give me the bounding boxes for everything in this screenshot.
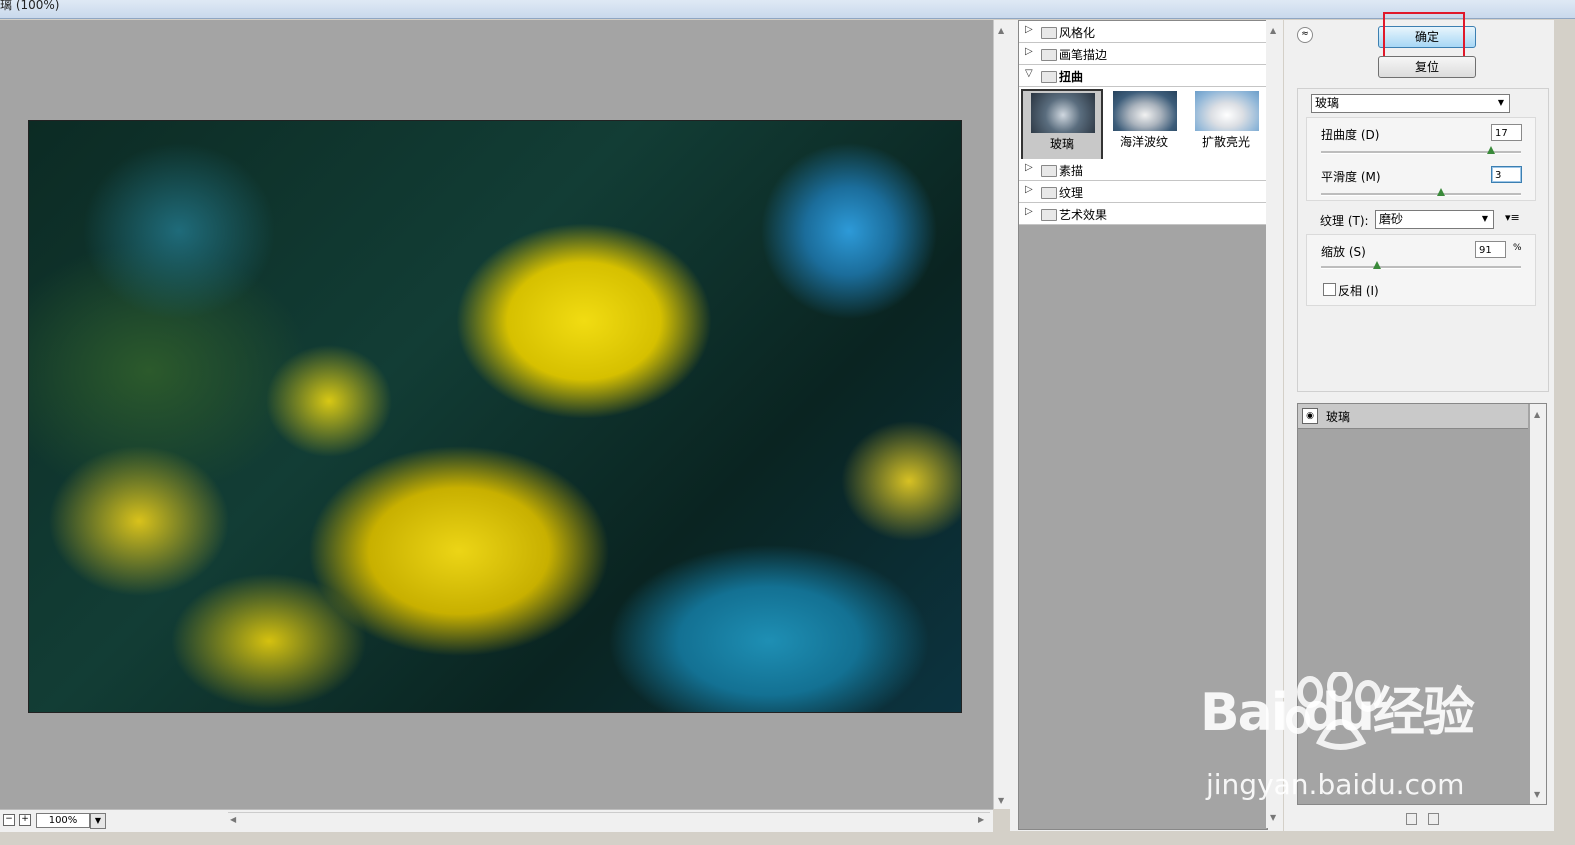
watermark-brand: Bai du经验 bbox=[1200, 683, 1475, 743]
expand-arrow-icon[interactable]: ▷ bbox=[1025, 46, 1033, 57]
category-artistic[interactable]: ▷ 艺术效果 bbox=[1019, 203, 1267, 225]
thumb-ocean-ripple[interactable]: 海洋波纹 bbox=[1105, 89, 1183, 157]
folder-icon bbox=[1041, 165, 1057, 177]
texture-group: 缩放 (S) 91 % 反相 (I) bbox=[1306, 234, 1536, 306]
scaling-slider-thumb[interactable] bbox=[1373, 261, 1381, 269]
scaling-slider[interactable] bbox=[1321, 266, 1521, 269]
preview-image bbox=[28, 120, 962, 713]
chevron-down-icon: ▼ bbox=[1481, 214, 1489, 223]
layers-scrollbar[interactable]: ▲ ▼ bbox=[1530, 404, 1546, 804]
eye-icon[interactable]: ◉ bbox=[1302, 408, 1318, 424]
folder-icon bbox=[1041, 49, 1057, 61]
category-sketch[interactable]: ▷ 素描 bbox=[1019, 159, 1267, 181]
category-stylize[interactable]: ▷ 风格化 bbox=[1019, 21, 1267, 43]
scroll-up-icon[interactable]: ▲ bbox=[998, 26, 1004, 35]
scaling-label: 缩放 (S) bbox=[1321, 245, 1366, 259]
diffuse-glow-thumbnail-image bbox=[1195, 91, 1259, 131]
scroll-up-icon[interactable]: ▲ bbox=[1534, 410, 1540, 419]
scaling-unit: % bbox=[1513, 243, 1522, 253]
category-distort[interactable]: ▽ 扭曲 bbox=[1019, 65, 1267, 87]
collapse-arrow-icon[interactable]: ▽ bbox=[1025, 68, 1033, 79]
folder-icon bbox=[1041, 209, 1057, 221]
texture-menu-icon[interactable]: ▾≡ bbox=[1505, 211, 1520, 224]
zoom-out-button[interactable]: − bbox=[3, 814, 15, 826]
zoom-in-button[interactable]: + bbox=[19, 814, 31, 826]
title-bar: 璃 (100%) bbox=[0, 0, 1575, 19]
distortion-group: 扭曲度 (D) 17 平滑度 (M) 3 bbox=[1306, 117, 1536, 201]
scroll-down-icon[interactable]: ▼ bbox=[1270, 813, 1276, 822]
texture-select[interactable]: 磨砂 ▼ bbox=[1375, 210, 1494, 229]
filter-settings-panel: 玻璃 ▼ 扭曲度 (D) 17 平滑度 (M) 3 纹理 (T): 磨砂 ▼ ▾… bbox=[1297, 88, 1549, 392]
preview-area[interactable] bbox=[0, 20, 993, 809]
zoom-bar: − + 100% ▼ ◀ ▶ bbox=[0, 809, 993, 832]
distortion-label: 扭曲度 (D) bbox=[1321, 128, 1380, 142]
smoothness-slider-thumb[interactable] bbox=[1437, 188, 1445, 196]
category-texture[interactable]: ▷ 纹理 bbox=[1019, 181, 1267, 203]
scroll-right-icon[interactable]: ▶ bbox=[978, 815, 984, 824]
preview-vertical-scrollbar[interactable]: ▲ ▼ bbox=[993, 20, 1010, 809]
folder-icon bbox=[1041, 27, 1057, 39]
zoom-dropdown-button[interactable]: ▼ bbox=[90, 813, 106, 829]
filter-select[interactable]: 玻璃 ▼ bbox=[1311, 94, 1510, 113]
smoothness-label: 平滑度 (M) bbox=[1321, 170, 1381, 184]
ocean-ripple-thumbnail-image bbox=[1113, 91, 1177, 131]
invert-checkbox[interactable] bbox=[1323, 283, 1336, 296]
scaling-field[interactable]: 91 bbox=[1475, 241, 1506, 258]
zoom-level-field[interactable]: 100% bbox=[36, 813, 90, 828]
invert-label: 反相 (I) bbox=[1338, 284, 1379, 298]
collapse-gallery-icon[interactable]: ≈ bbox=[1297, 27, 1313, 43]
folder-open-icon bbox=[1041, 71, 1057, 83]
distortion-field[interactable]: 17 bbox=[1491, 124, 1522, 141]
category-brush-strokes[interactable]: ▷ 画笔描边 bbox=[1019, 43, 1267, 65]
watermark-url: jingyan.baidu.com bbox=[1206, 768, 1465, 801]
texture-label: 纹理 (T): bbox=[1320, 214, 1369, 228]
highlight-box bbox=[1383, 12, 1465, 58]
scroll-left-icon[interactable]: ◀ bbox=[230, 815, 236, 824]
glass-thumbnail-image bbox=[1031, 93, 1095, 133]
delete-effect-layer-icon[interactable] bbox=[1428, 813, 1439, 825]
expand-arrow-icon[interactable]: ▷ bbox=[1025, 24, 1033, 35]
thumb-diffuse-glow[interactable]: 扩散亮光 bbox=[1187, 89, 1265, 157]
distortion-slider-thumb[interactable] bbox=[1487, 146, 1495, 154]
scroll-down-icon[interactable]: ▼ bbox=[1534, 790, 1540, 799]
chevron-down-icon: ▼ bbox=[1497, 98, 1505, 107]
expand-arrow-icon[interactable]: ▷ bbox=[1025, 206, 1033, 217]
new-effect-layer-icon[interactable] bbox=[1406, 813, 1417, 825]
scroll-up-icon[interactable]: ▲ bbox=[1270, 26, 1276, 35]
scroll-down-icon[interactable]: ▼ bbox=[998, 796, 1004, 805]
smoothness-field[interactable]: 3 bbox=[1491, 166, 1522, 183]
distort-thumbnails: 玻璃 海洋波纹 扩散亮光 bbox=[1019, 87, 1267, 161]
reset-button[interactable]: 复位 bbox=[1378, 56, 1476, 78]
expand-arrow-icon[interactable]: ▷ bbox=[1025, 184, 1033, 195]
window-title: 璃 (100%) bbox=[0, 0, 60, 12]
preview-horizontal-scrollbar[interactable]: ◀ ▶ bbox=[228, 812, 990, 829]
smoothness-slider[interactable] bbox=[1321, 193, 1521, 196]
effect-layer-glass[interactable]: ◉ 玻璃 bbox=[1298, 404, 1528, 429]
folder-icon bbox=[1041, 187, 1057, 199]
thumb-glass[interactable]: 玻璃 bbox=[1021, 89, 1103, 161]
expand-arrow-icon[interactable]: ▷ bbox=[1025, 162, 1033, 173]
